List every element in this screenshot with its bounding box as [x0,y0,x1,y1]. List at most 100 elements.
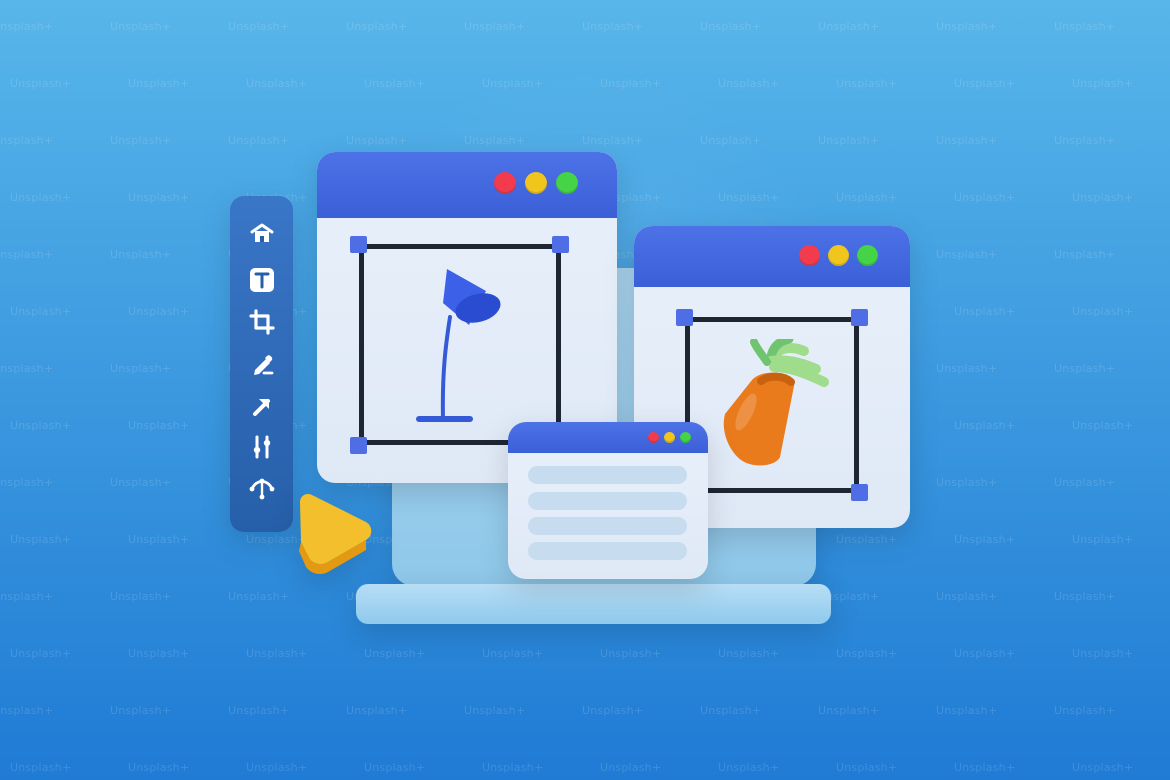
watermark-text: Unsplash+ [1072,761,1134,774]
watermark-text: Unsplash+ [954,191,1016,204]
left-frame-handle-bottom-left[interactable] [350,437,367,454]
watermark-text: Unsplash+ [464,20,526,33]
lamp-illustration [416,269,501,422]
watermark-text: Unsplash+ [818,704,880,717]
watermark-text: Unsplash+ [718,647,780,660]
front-window-titlebar [508,422,708,453]
watermark-text: Unsplash+ [936,248,998,261]
toolbar-select-button[interactable] [242,392,281,420]
watermark-text: Unsplash+ [128,647,190,660]
home-icon [250,223,273,242]
watermark-text: Unsplash+ [718,77,780,90]
watermark-text: Unsplash+ [10,647,72,660]
watermark-text: Unsplash+ [346,134,408,147]
watermark-text: Unsplash+ [10,419,72,432]
watermark-text: Unsplash+ [10,761,72,774]
watermark-text: Unsplash+ [954,761,1016,774]
front-window-row-1 [528,466,687,484]
left-window-minimize-dot[interactable] [525,172,547,194]
watermark-text: Unsplash+ [0,134,54,147]
watermark-text: Unsplash+ [582,20,644,33]
front-window-maximize-dot[interactable] [680,432,691,443]
watermark-text: Unsplash+ [836,533,898,546]
watermark-text: Unsplash+ [954,419,1016,432]
toolbar-text-button[interactable] [242,266,281,294]
vector-path-icon [249,478,274,500]
watermark-text: Unsplash+ [346,704,408,717]
watermark-text: Unsplash+ [718,761,780,774]
watermark-text: Unsplash+ [0,20,54,33]
toolbar-home-button[interactable] [242,220,281,248]
watermark-text: Unsplash+ [936,476,998,489]
watermark-text: Unsplash+ [1054,20,1116,33]
watermark-text: Unsplash+ [364,761,426,774]
watermark-text: Unsplash+ [600,647,662,660]
text-tool-icon [249,268,274,292]
watermark-text: Unsplash+ [110,248,172,261]
watermark-text: Unsplash+ [128,533,190,546]
potted-plant-illustration [723,339,829,466]
watermark-text: Unsplash+ [0,248,54,261]
watermark-text: Unsplash+ [10,533,72,546]
watermark-text: Unsplash+ [228,134,290,147]
watermark-text: Unsplash+ [954,305,1016,318]
watermark-text: Unsplash+ [1072,77,1134,90]
scene-root: Unsplash+ Unsplash+ Unsplash+ Unsplash+ Unsp… [0,0,1170,780]
left-frame-handle-top-left[interactable] [350,236,367,253]
watermark-text: Unsplash+ [1054,704,1116,717]
watermark-text: Unsplash+ [600,77,662,90]
front-window-row-2 [528,492,687,510]
right-window-close-dot[interactable] [799,245,820,266]
watermark-text: Unsplash+ [818,134,880,147]
watermark-text: Unsplash+ [818,20,880,33]
watermark-text: Unsplash+ [700,134,762,147]
watermark-text: Unsplash+ [128,419,190,432]
watermark-text: Unsplash+ [228,590,290,603]
editor-toolbar [230,196,293,532]
watermark-text: Unsplash+ [836,77,898,90]
toolbar-crop-button[interactable] [242,308,281,336]
sliders-icon [253,435,270,459]
watermark-text: Unsplash+ [128,191,190,204]
watermark-text: Unsplash+ [1072,305,1134,318]
front-window-close-dot[interactable] [648,432,659,443]
watermark-text: Unsplash+ [10,191,72,204]
toolbar-pen-button[interactable] [242,350,281,378]
watermark-text: Unsplash+ [1072,419,1134,432]
right-window-maximize-dot[interactable] [857,245,878,266]
right-frame-handle-bottom-right[interactable] [851,484,868,501]
watermark-text: Unsplash+ [364,647,426,660]
watermark-text: Unsplash+ [700,704,762,717]
watermark-text: Unsplash+ [582,704,644,717]
right-window-minimize-dot[interactable] [828,245,849,266]
watermark-text: Unsplash+ [700,20,762,33]
watermark-text: Unsplash+ [600,761,662,774]
front-window-row-4 [528,542,687,560]
watermark-text: Unsplash+ [110,134,172,147]
watermark-text: Unsplash+ [0,476,54,489]
watermark-text: Unsplash+ [228,20,290,33]
watermark-text: Unsplash+ [10,77,72,90]
watermark-text: Unsplash+ [1072,191,1134,204]
watermark-text: Unsplash+ [1054,362,1116,375]
front-window-row-3 [528,517,687,535]
watermark-text: Unsplash+ [836,647,898,660]
right-frame-handle-top-right[interactable] [851,309,868,326]
left-window-maximize-dot[interactable] [556,172,578,194]
left-window-close-dot[interactable] [494,172,516,194]
toolbar-adjust-button[interactable] [242,433,281,461]
monitor-stand [356,584,831,624]
right-frame-handle-top-left[interactable] [676,309,693,326]
arrow-cursor-icon [252,399,270,416]
watermark-text: Unsplash+ [936,704,998,717]
watermark-text: Unsplash+ [936,134,998,147]
watermark-text: Unsplash+ [0,704,54,717]
watermark-text: Unsplash+ [954,533,1016,546]
watermark-text: Unsplash+ [246,647,308,660]
watermark-text: Unsplash+ [1054,248,1116,261]
left-frame-handle-top-right[interactable] [552,236,569,253]
watermark-text: Unsplash+ [836,761,898,774]
front-window-minimize-dot[interactable] [664,432,675,443]
cursor-pointer-shape [299,493,372,575]
toolbar-path-button[interactable] [242,475,281,503]
